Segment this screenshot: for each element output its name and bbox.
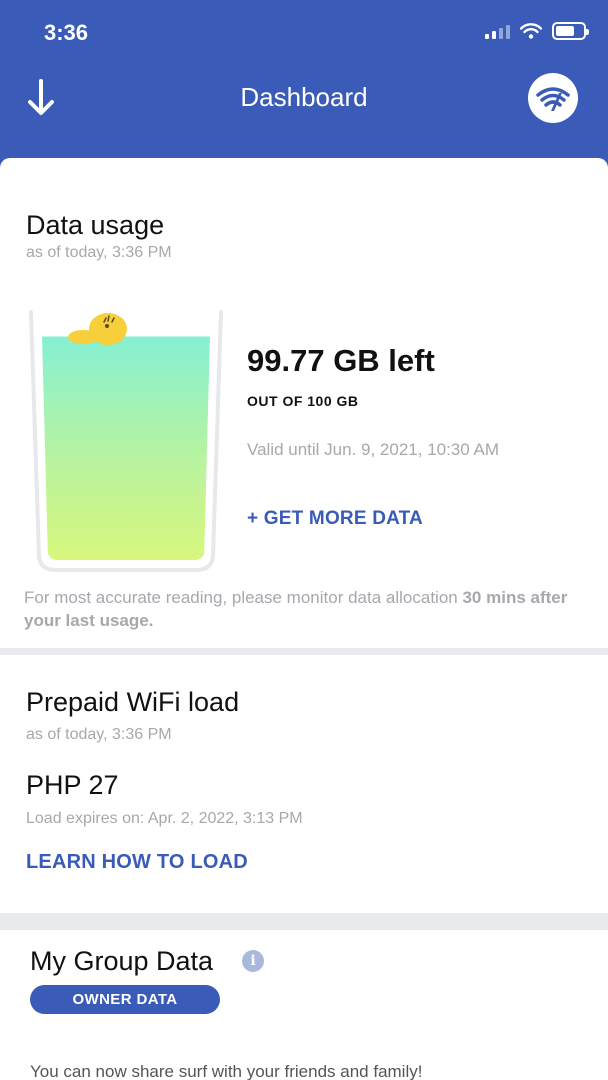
prepaid-load-card: Prepaid WiFi load as of today, 3:36 PM P… [0,655,608,913]
battery-icon [552,22,589,40]
load-balance: PHP 27 [26,770,119,800]
duck-mascot [68,313,127,345]
cellular-signal-icon [485,23,510,39]
prepaid-load-timestamp: as of today, 3:36 PM [26,726,172,743]
app-header: 3:36 Dashboard [0,0,608,175]
logo-button[interactable] [528,73,578,123]
owner-data-tab[interactable]: OWNER DATA [30,985,220,1014]
share-text: You can now share surf with your friends… [30,1062,423,1080]
data-level-fill [42,336,210,560]
load-expiry: Load expires on: Apr. 2, 2022, 3:13 PM [26,810,303,827]
data-cup-gauge [29,310,223,572]
usage-note: For most accurate reading, please monito… [24,586,584,632]
wifi-logo-icon [536,87,570,111]
page-title: Dashboard [240,82,368,112]
usage-note-text: For most accurate reading, please monito… [24,588,463,607]
group-data-title: My Group Data [30,946,214,976]
learn-how-to-load-link[interactable]: LEARN HOW TO LOAD [26,851,248,874]
wifi-status-icon [520,23,542,39]
info-icon[interactable]: i [242,950,264,972]
data-validity: Valid until Jun. 9, 2021, 10:30 AM [247,440,500,459]
data-usage-title: Data usage [26,210,165,240]
data-usage-card: Data usage as of today, 3:36 PM 99.77 GB… [0,158,608,648]
group-data-card: My Group Data i OWNER DATA You can now s… [0,930,608,1080]
get-more-data-link[interactable]: + GET MORE DATA [247,508,423,530]
data-usage-timestamp: as of today, 3:36 PM [26,244,172,261]
data-total: OUT OF 100 GB [247,393,359,409]
status-icons [485,22,589,40]
prepaid-load-title: Prepaid WiFi load [26,687,240,717]
status-time: 3:36 [44,20,89,45]
data-remaining: 99.77 GB left [247,343,435,378]
